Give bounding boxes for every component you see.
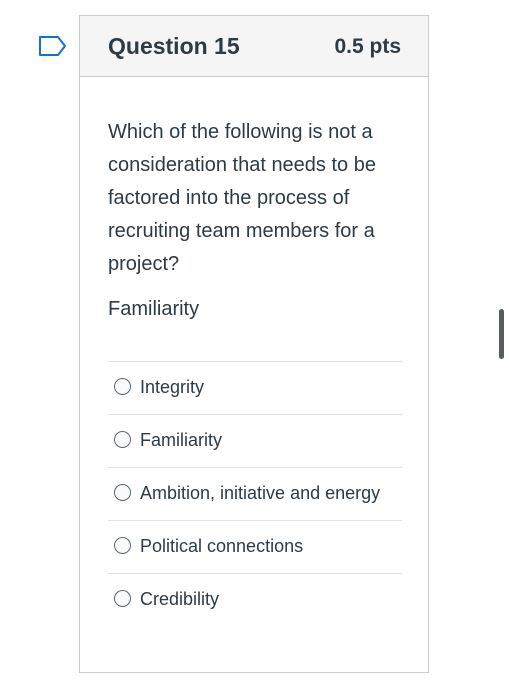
- answer-option[interactable]: Familiarity: [108, 414, 402, 467]
- radio-button[interactable]: [114, 431, 131, 448]
- question-header: Question 15 0.5 pts: [80, 16, 428, 77]
- quiz-page: Question 15 0.5 pts Which of the followi…: [0, 0, 509, 700]
- answer-label: Ambition, initiative and energy: [140, 483, 381, 503]
- question-card: Question 15 0.5 pts Which of the followi…: [79, 15, 429, 673]
- answer-list: Integrity Familiarity Ambition, initiati…: [108, 361, 402, 626]
- question-title: Question 15: [108, 33, 240, 59]
- answer-option[interactable]: Political connections: [108, 520, 402, 573]
- flag-question-icon[interactable]: [38, 35, 68, 57]
- scrollbar-thumb[interactable]: [499, 309, 504, 359]
- answer-label: Credibility: [140, 589, 220, 609]
- radio-button[interactable]: [114, 378, 131, 395]
- answer-label: Familiarity: [140, 430, 223, 450]
- question-points: 0.5 pts: [334, 35, 401, 58]
- answer-label: Integrity: [140, 377, 205, 397]
- answer-option[interactable]: Credibility: [108, 573, 402, 626]
- radio-button[interactable]: [114, 537, 131, 554]
- answer-option[interactable]: Integrity: [108, 361, 402, 414]
- radio-button[interactable]: [114, 590, 131, 607]
- question-note: Familiarity: [108, 298, 200, 320]
- radio-button[interactable]: [114, 484, 131, 501]
- answer-label: Political connections: [140, 536, 304, 556]
- answer-option[interactable]: Ambition, initiative and energy: [108, 467, 402, 520]
- question-text: Which of the following is not a consider…: [108, 121, 376, 275]
